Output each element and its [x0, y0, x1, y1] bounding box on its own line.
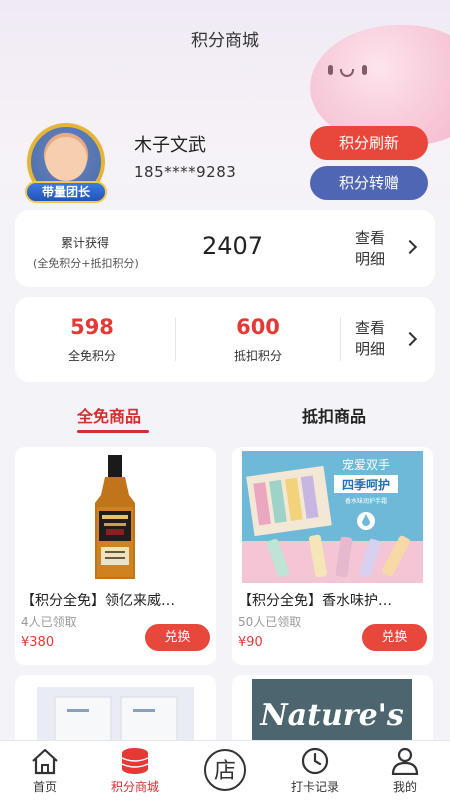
product-card[interactable]: 【积分全免】领亿来威… 4人已领取 ¥380 兑换: [15, 447, 216, 665]
active-tab-indicator: [77, 430, 149, 433]
product-image-text: Nature's: [259, 698, 404, 733]
store-icon: 店: [204, 749, 246, 791]
product-price: ¥380: [21, 635, 55, 650]
cumulative-subtitle: (全免积分+抵扣积分): [33, 257, 139, 270]
image-caption: 四季呵护: [342, 477, 390, 492]
product-title: 【积分全免】领亿来威…: [21, 593, 175, 609]
view-details-link[interactable]: 查看明细: [355, 228, 395, 270]
tab-free-products[interactable]: 全免商品: [77, 403, 141, 427]
chevron-right-icon[interactable]: [402, 331, 418, 347]
username: 木子文武: [134, 135, 206, 156]
points-balance-card: 598 全免积分 600 抵扣积分 查看明细: [15, 297, 435, 382]
cumulative-points-card: 累计获得 (全免积分+抵扣积分) 2407 查看明细: [15, 210, 435, 287]
free-points-label: 全免积分: [67, 349, 116, 363]
deduct-points: 600 抵扣积分: [198, 315, 318, 364]
coins-icon: [121, 748, 149, 774]
divider: [175, 317, 176, 361]
hand-cream-image: 宠爱双手 四季呵护 香水味润护手霜: [242, 451, 423, 583]
tab-label: 我的: [392, 780, 417, 794]
tab-label: 积分商城: [110, 780, 159, 794]
redeem-button[interactable]: 兑换: [362, 624, 427, 651]
home-icon: [32, 748, 58, 775]
image-caption: 香水味润护手霜: [345, 497, 387, 505]
divider: [340, 317, 341, 361]
product-claimed-count: 4人已领取: [21, 615, 77, 629]
avatar-badge: 带量团长: [25, 181, 107, 203]
tab-points-mall[interactable]: 积分商城: [90, 741, 180, 800]
cumulative-label: 累计获得: [61, 236, 110, 250]
store-icon-text: 店: [214, 759, 236, 784]
avatar[interactable]: 带量团长: [25, 123, 107, 205]
product-claimed-count: 50人已领取: [238, 615, 302, 629]
tab-checkin-records[interactable]: 打卡记录: [270, 741, 360, 800]
product-price: ¥90: [238, 635, 263, 650]
redeem-button[interactable]: 兑换: [145, 624, 210, 651]
transfer-points-button[interactable]: 积分转赠: [310, 166, 428, 200]
deduct-points-value: 600: [236, 315, 280, 339]
person-icon: [391, 747, 419, 775]
free-points: 598 全免积分: [32, 315, 152, 364]
tab-label: 打卡记录: [290, 780, 339, 794]
cumulative-value: 2407: [202, 232, 264, 260]
tab-store[interactable]: 店: [180, 741, 270, 800]
user-phone: 185****9283: [134, 163, 237, 181]
image-caption: 宠爱双手: [342, 457, 390, 472]
view-details-link[interactable]: 查看明细: [355, 318, 395, 360]
clock-icon: [301, 747, 329, 775]
product-title: 【积分全免】香水味护…: [238, 593, 392, 609]
free-points-value: 598: [70, 315, 114, 339]
whisky-bottle-image: [25, 451, 206, 583]
chevron-right-icon[interactable]: [402, 239, 418, 255]
tab-deduct-products[interactable]: 抵扣商品: [302, 403, 366, 427]
tab-label: 首页: [32, 780, 57, 794]
deduct-points-label: 抵扣积分: [233, 349, 282, 363]
bottom-tab-bar: 首页 积分商城 店 打卡记录 我的: [0, 740, 450, 800]
tab-home[interactable]: 首页: [0, 741, 90, 800]
refresh-points-button[interactable]: 积分刷新: [310, 126, 428, 160]
product-card[interactable]: 宠爱双手 四季呵护 香水味润护手霜 【积分全免】香水味护… 50人已领取 ¥90…: [232, 447, 433, 665]
page-title: 积分商城: [191, 31, 259, 51]
tab-profile[interactable]: 我的: [360, 741, 450, 800]
